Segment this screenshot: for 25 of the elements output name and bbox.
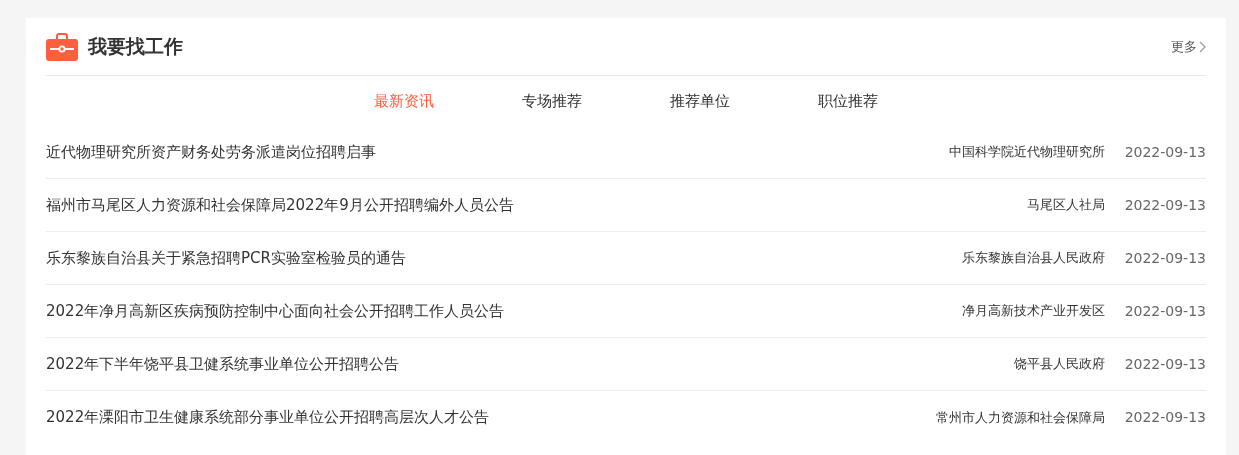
job-title-link[interactable]: 乐东黎族自治县关于紧急招聘PCR实验室检验员的通告	[46, 246, 406, 270]
section-title: 我要找工作	[88, 34, 183, 60]
more-link[interactable]: 更多	[1171, 36, 1206, 57]
post-date: 2022-09-13	[1124, 301, 1206, 321]
employer-name: 马尾区人社局	[1026, 196, 1105, 215]
briefcase-icon	[46, 32, 78, 61]
chevron-right-icon	[1199, 40, 1206, 53]
post-date: 2022-09-13	[1124, 195, 1206, 215]
employer-name: 常州市人力资源和社会保障局	[935, 408, 1105, 427]
employer-name: 乐东黎族自治县人民政府	[961, 249, 1105, 268]
job-title-link[interactable]: 2022年净月高新区疾病预防控制中心面向社会公开招聘工作人员公告	[46, 299, 505, 323]
job-title-link[interactable]: 2022年溧阳市卫生健康系统部分事业单位公开招聘高层次人才公告	[46, 406, 490, 429]
job-title-link[interactable]: 近代物理研究所资产财务处劳务派遣岗位招聘启事	[46, 140, 376, 164]
post-date: 2022-09-13	[1124, 142, 1206, 162]
post-date: 2022-09-13	[1124, 408, 1206, 427]
employer-name: 净月高新技术产业开发区	[961, 302, 1105, 321]
tab[interactable]: 推荐单位	[626, 89, 774, 113]
tab[interactable]: 专场推荐	[478, 89, 626, 113]
job-title-link[interactable]: 2022年下半年饶平县卫健系统事业单位公开招聘公告	[46, 352, 400, 376]
post-date: 2022-09-13	[1124, 354, 1206, 374]
employer-name: 饶平县人民政府	[1013, 355, 1105, 374]
job-title-link[interactable]: 福州市马尾区人力资源和社会保障局2022年9月公开招聘编外人员公告	[46, 193, 514, 217]
employer-name: 中国科学院近代物理研究所	[948, 143, 1105, 162]
post-date: 2022-09-13	[1124, 248, 1206, 268]
tab[interactable]: 职位推荐	[774, 89, 922, 113]
